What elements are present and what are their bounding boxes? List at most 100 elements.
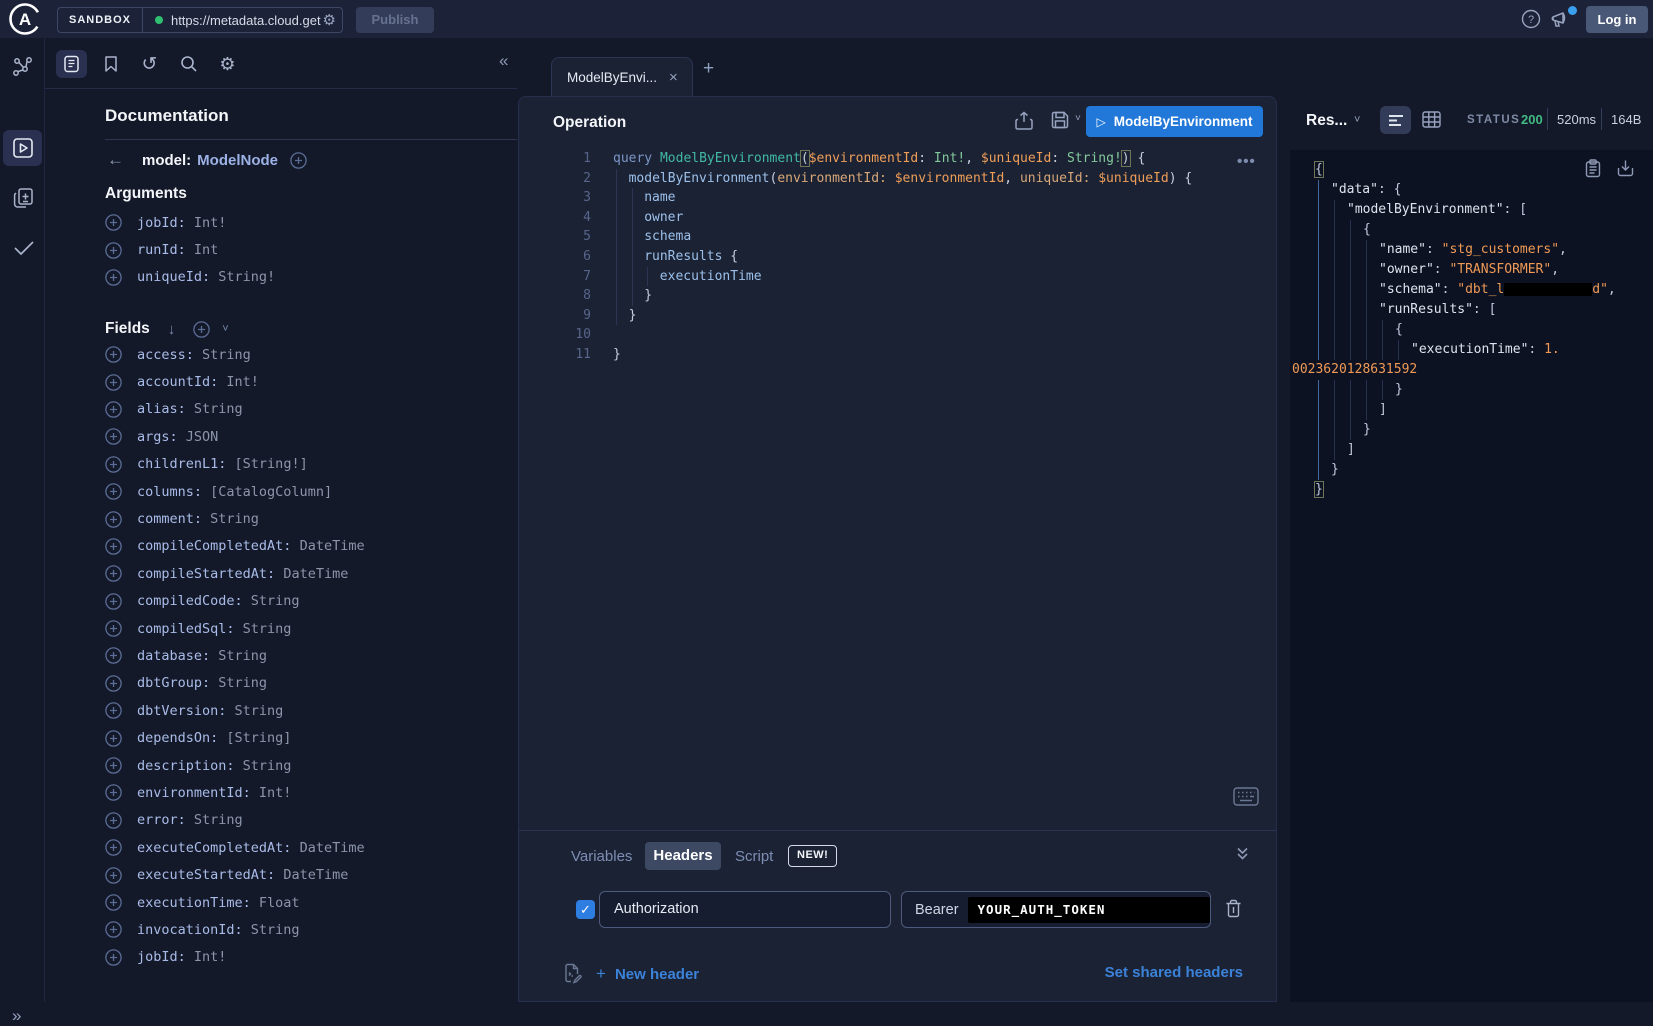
field-row[interactable]: uniqueId: String! <box>105 264 515 291</box>
close-tab-icon[interactable]: × <box>669 69 678 86</box>
editor-overflow-menu-icon[interactable]: ••• <box>1237 153 1256 170</box>
add-field-icon[interactable] <box>105 242 122 259</box>
sandbox-pages-icon[interactable] <box>12 186 35 210</box>
new-tab-button[interactable]: + <box>703 58 714 80</box>
graphql-editor[interactable]: 1query ModelByEnvironment($environmentId… <box>519 149 1276 365</box>
field-row[interactable]: columns: [CatalogColumn] <box>105 478 515 505</box>
field-type[interactable]: String <box>218 648 267 664</box>
table-view-toggle[interactable] <box>1422 111 1441 128</box>
new-header-button[interactable]: +New header <box>596 964 699 984</box>
field-row[interactable]: dbtGroup: String <box>105 670 515 697</box>
field-type[interactable]: Float <box>259 895 300 911</box>
field-row[interactable]: executionTime: Float <box>105 889 515 916</box>
field-type[interactable]: String <box>251 593 300 609</box>
field-type[interactable]: DateTime <box>283 867 348 883</box>
collapse-request-section-icon[interactable] <box>1235 846 1250 861</box>
chevron-down-icon[interactable]: ˅ <box>222 323 228 335</box>
field-row[interactable]: executeCompletedAt: DateTime <box>105 834 515 861</box>
field-row[interactable]: jobId: Int! <box>105 944 515 971</box>
header-enabled-checkbox[interactable]: ✓ <box>576 900 595 919</box>
field-type[interactable]: [String] <box>226 730 291 746</box>
add-field-icon[interactable] <box>105 593 122 610</box>
field-row[interactable]: args: JSON <box>105 423 515 450</box>
endpoint-url-input[interactable]: https://metadata.cloud.getd <box>171 13 321 28</box>
field-row[interactable]: access: String <box>105 341 515 368</box>
field-type[interactable]: DateTime <box>300 538 365 554</box>
add-field-icon[interactable] <box>105 675 122 692</box>
field-row[interactable]: dependsOn: [String] <box>105 724 515 751</box>
field-type[interactable]: Int! <box>194 949 227 965</box>
add-field-icon[interactable] <box>105 428 122 445</box>
add-field-icon[interactable] <box>105 812 122 829</box>
explorer-nav-active[interactable] <box>3 130 42 166</box>
add-field-icon[interactable] <box>105 346 122 363</box>
field-type[interactable]: String <box>218 675 267 691</box>
header-value-input[interactable]: Bearer YOUR_AUTH_TOKEN <box>901 891 1211 928</box>
field-row[interactable]: error: String <box>105 807 515 834</box>
field-row[interactable]: compiledSql: String <box>105 615 515 642</box>
field-row[interactable]: comment: String <box>105 505 515 532</box>
run-operation-button[interactable]: ▷ ModelByEnvironment <box>1086 106 1263 137</box>
field-row[interactable]: database: String <box>105 642 515 669</box>
field-type[interactable]: JSON <box>186 429 219 445</box>
add-field-icon[interactable] <box>105 483 122 500</box>
add-field-icon[interactable] <box>105 647 122 664</box>
operation-tab-active[interactable]: ModelByEnvi... × <box>551 57 693 97</box>
field-type[interactable]: Int! <box>259 785 292 801</box>
apollo-logo-icon[interactable]: A <box>8 2 42 36</box>
field-type[interactable]: String <box>194 812 243 828</box>
save-operation-icon[interactable] <box>1051 111 1069 129</box>
add-field-icon[interactable] <box>105 894 122 911</box>
field-type[interactable]: String <box>243 758 292 774</box>
add-field-icon[interactable] <box>105 511 122 528</box>
connection-settings-gear-icon[interactable]: ⚙ <box>323 11 336 29</box>
field-row[interactable]: alias: String <box>105 396 515 423</box>
help-icon[interactable]: ? <box>1521 9 1541 29</box>
edit-file-icon[interactable] <box>563 963 583 984</box>
set-shared-headers-button[interactable]: Set shared headers <box>1105 964 1243 981</box>
add-field-icon[interactable] <box>105 214 122 231</box>
search-tab[interactable] <box>173 50 204 78</box>
response-dropdown-label[interactable]: Res... <box>1306 112 1347 130</box>
checks-icon[interactable] <box>12 238 36 258</box>
auth-token-value[interactable]: YOUR_AUTH_TOKEN <box>968 897 1210 923</box>
field-row[interactable]: childrenL1: [String!] <box>105 451 515 478</box>
field-type[interactable]: Int <box>194 242 218 258</box>
sort-fields-icon[interactable]: ↓ <box>168 321 176 338</box>
add-field-icon[interactable] <box>105 757 122 774</box>
keyboard-shortcuts-icon[interactable] <box>1233 787 1259 806</box>
formatted-view-toggle-active[interactable] <box>1380 106 1411 134</box>
add-field-icon[interactable] <box>105 921 122 938</box>
field-type[interactable]: [String!] <box>235 456 308 472</box>
field-row[interactable]: jobId: Int! <box>105 209 515 236</box>
field-type[interactable]: String <box>194 401 243 417</box>
tab-script[interactable]: Script <box>735 848 773 865</box>
field-type[interactable]: String <box>235 703 284 719</box>
field-row[interactable]: compiledCode: String <box>105 588 515 615</box>
collapse-doc-panel-icon[interactable]: « <box>499 51 508 71</box>
add-field-icon[interactable] <box>105 374 122 391</box>
field-row[interactable]: executeStartedAt: DateTime <box>105 861 515 888</box>
add-all-fields-icon[interactable] <box>290 152 307 169</box>
field-type[interactable]: String <box>210 511 259 527</box>
add-field-icon[interactable] <box>105 269 122 286</box>
add-fields-icon[interactable] <box>193 321 210 338</box>
add-field-icon[interactable] <box>105 949 122 966</box>
expand-rail-icon[interactable]: » <box>12 1006 21 1026</box>
documentation-tab-active[interactable] <box>56 50 87 78</box>
field-row[interactable]: compileStartedAt: DateTime <box>105 560 515 587</box>
add-field-icon[interactable] <box>105 620 122 637</box>
delete-header-icon[interactable] <box>1225 899 1242 918</box>
back-arrow-icon[interactable]: ← <box>107 150 124 170</box>
add-field-icon[interactable] <box>105 401 122 418</box>
schema-graph-icon[interactable] <box>12 56 34 78</box>
field-type[interactable]: DateTime <box>300 840 365 856</box>
field-type[interactable]: String <box>251 922 300 938</box>
field-row[interactable]: invocationId: String <box>105 916 515 943</box>
header-key-input[interactable]: Authorization <box>599 891 891 928</box>
tab-headers-active[interactable]: Headers <box>645 842 721 870</box>
field-type[interactable]: String! <box>218 269 275 285</box>
share-operation-icon[interactable] <box>1015 111 1033 130</box>
add-field-icon[interactable] <box>105 867 122 884</box>
field-row[interactable]: runId: Int <box>105 236 515 263</box>
